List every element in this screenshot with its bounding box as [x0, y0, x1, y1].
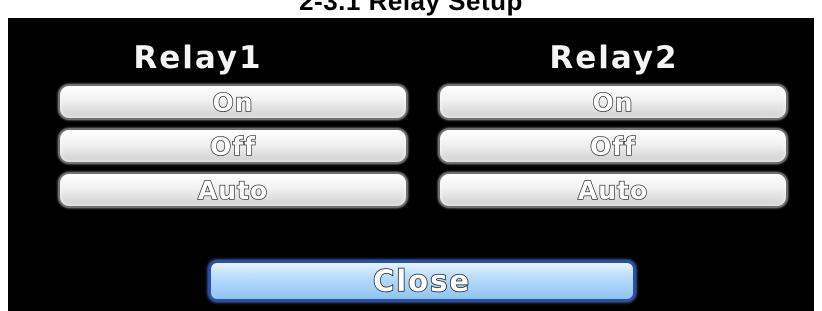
relay2-label: Relay2: [549, 40, 679, 76]
relay1-auto-button[interactable]: Auto: [58, 172, 408, 208]
relay2-on-label: On: [592, 87, 634, 117]
relay-setup-screen: 2-3.1 Relay Setup Relay1 Relay2 On On Of…: [0, 0, 822, 311]
relay1-off-button[interactable]: Off: [58, 128, 408, 164]
close-button-label: Close: [372, 263, 472, 299]
relay1-on-label: On: [212, 87, 254, 117]
relay1-off-label: Off: [209, 131, 256, 161]
relay1-on-button[interactable]: On: [58, 84, 408, 120]
relay2-auto-label: Auto: [577, 175, 649, 205]
relay1-auto-label: Auto: [197, 175, 269, 205]
relay2-off-label: Off: [589, 131, 636, 161]
page-title: 2-3.1 Relay Setup: [299, 0, 523, 16]
relay2-auto-button[interactable]: Auto: [438, 172, 788, 208]
close-button[interactable]: Close: [208, 260, 636, 302]
relay1-label: Relay1: [133, 40, 263, 76]
relay2-off-button[interactable]: Off: [438, 128, 788, 164]
relay-setup-dialog: Relay1 Relay2 On On Off Off Auto Auto Cl…: [8, 18, 814, 311]
relay2-on-button[interactable]: On: [438, 84, 788, 120]
